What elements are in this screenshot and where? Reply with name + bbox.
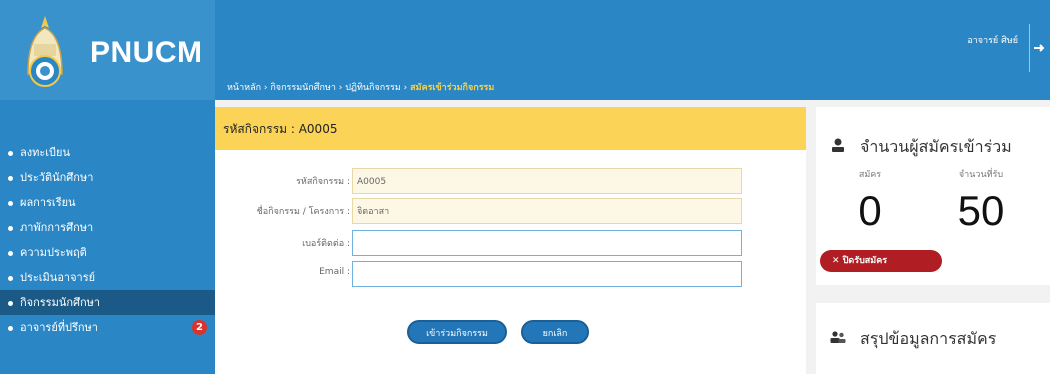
sidebar-item-label: ความประพฤติ	[20, 246, 87, 259]
top-bar: อาจารย์ ศิษย์ หน้าหลัก › กิจกรรมนักศึกษา…	[215, 0, 1050, 100]
activity-code-label: รหัสกิจกรรม :	[296, 177, 350, 187]
sidebar-item-profile[interactable]: ประวัตินักศึกษา	[0, 165, 215, 190]
users-icon	[830, 331, 846, 343]
activity-code-field: A0005	[352, 168, 742, 194]
sidebar-item-label: ประวัตินักศึกษา	[20, 171, 94, 184]
summary-widget: สรุปข้อมูลการสมัคร	[816, 303, 1050, 374]
applicants-title: จำนวนผู้สมัครเข้าร่วม	[860, 137, 1012, 156]
sidebar-item-label: ลงทะเบียน	[20, 146, 70, 159]
breadcrumb: หน้าหลัก › กิจกรรมนักศึกษา › ปฏิทินกิจกร…	[227, 80, 494, 94]
form-row-activity-name: ชื่อกิจกรรม / โครงการ : จิตอาสา	[215, 198, 806, 224]
status-badge: ✕ ปิดรับสมัคร	[820, 250, 942, 272]
status-badge-label: ปิดรับสมัคร	[842, 256, 888, 266]
email-label: Email :	[319, 267, 350, 277]
activity-name-label: ชื่อกิจกรรม / โครงการ :	[256, 207, 350, 217]
phone-label: เบอร์ติดต่อ :	[302, 239, 350, 249]
sidebar-item-label: ประเมินอาจารย์	[20, 271, 96, 284]
bullet-icon	[8, 225, 13, 231]
divider	[1029, 24, 1030, 72]
panel-header: รหัสกิจกรรม : A0005	[215, 107, 806, 150]
user-name[interactable]: อาจารย์ ศิษย์	[967, 33, 1018, 47]
logout-icon[interactable]	[1032, 41, 1046, 55]
sidebar-item-label: ผลการเรียน	[20, 196, 76, 209]
applicants-widget: จำนวนผู้สมัครเข้าร่วม สมัคร จำนวนที่รับ …	[816, 107, 1050, 285]
bullet-icon	[8, 325, 13, 331]
sidebar-item-evaluation[interactable]: ประเมินอาจารย์	[0, 265, 215, 290]
bullet-icon	[8, 275, 13, 281]
join-activity-button[interactable]: เข้าร่วมกิจกรรม	[407, 320, 507, 344]
notification-badge: 2	[192, 320, 207, 335]
bullet-icon	[8, 250, 13, 256]
applied-count: 0	[858, 187, 882, 234]
form-row-phone: เบอร์ติดต่อ :	[215, 230, 806, 256]
sidebar-menu: ลงทะเบียน ประวัตินักศึกษา ผลการเรียน ภาพ…	[0, 140, 215, 340]
brand: PNUCM	[0, 0, 215, 100]
form-row-activity-code: รหัสกิจกรรม : A0005	[215, 168, 806, 194]
sidebar-item-conduct[interactable]: ความประพฤติ	[0, 240, 215, 265]
capacity-label: จำนวนที่รับ	[958, 170, 1004, 180]
bullet-icon	[8, 200, 13, 206]
sidebar: PNUCM ลงทะเบียน ประวัตินักศึกษา ผลการเรี…	[0, 0, 215, 374]
applied-label: สมัคร	[858, 170, 882, 180]
university-logo-icon	[27, 16, 63, 87]
close-icon: ✕	[832, 256, 840, 266]
bullet-icon	[8, 300, 13, 306]
sidebar-item-activities[interactable]: กิจกรรมนักศึกษา	[0, 290, 215, 315]
cancel-button[interactable]: ยกเลิก	[521, 320, 589, 344]
sidebar-item-label: อาจารย์ที่ปรึกษา	[20, 321, 98, 334]
phone-input[interactable]	[352, 230, 742, 256]
bullet-icon	[8, 150, 13, 156]
user-icon	[832, 138, 844, 152]
sidebar-item-label: ภาพักการศึกษา	[20, 221, 94, 234]
sidebar-item-leave[interactable]: ภาพักการศึกษา	[0, 215, 215, 240]
panel-title: รหัสกิจกรรม : A0005	[223, 122, 338, 136]
form-row-email: Email :	[215, 261, 806, 287]
brand-name: PNUCM	[90, 36, 203, 69]
sidebar-item-advisor[interactable]: อาจารย์ที่ปรึกษา 2	[0, 315, 215, 340]
email-input[interactable]	[352, 261, 742, 287]
activity-name-field: จิตอาสา	[352, 198, 742, 224]
sidebar-item-register[interactable]: ลงทะเบียน	[0, 140, 215, 165]
registration-form-panel: รหัสกิจกรรม : A0005 รหัสกิจกรรม : A0005 …	[215, 107, 806, 374]
capacity-count: 50	[957, 187, 1005, 234]
bullet-icon	[8, 175, 13, 181]
breadcrumb-path[interactable]: หน้าหลัก › กิจกรรมนักศึกษา › ปฏิทินกิจกร…	[227, 83, 410, 93]
sidebar-item-grades[interactable]: ผลการเรียน	[0, 190, 215, 215]
summary-title: สรุปข้อมูลการสมัคร	[860, 329, 997, 348]
sidebar-item-label: กิจกรรมนักศึกษา	[20, 296, 101, 309]
breadcrumb-current: สมัครเข้าร่วมกิจกรรม	[410, 83, 495, 93]
